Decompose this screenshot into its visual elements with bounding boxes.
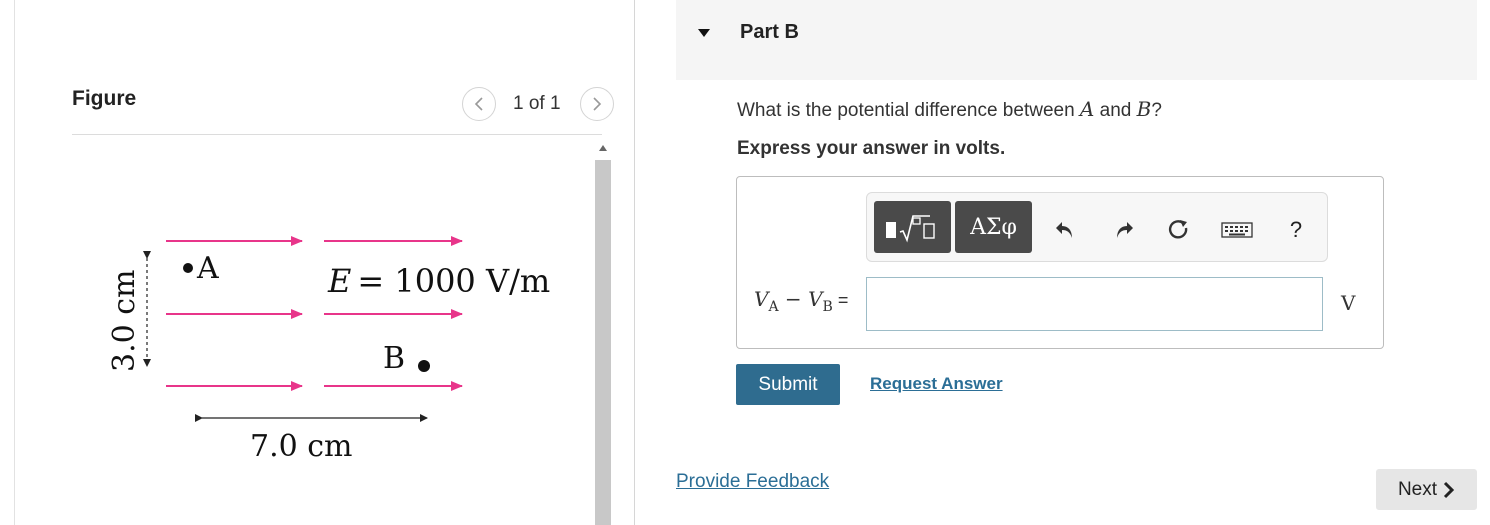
height-label: 3.0 cm	[107, 270, 142, 373]
scrollbar-thumb[interactable]	[595, 160, 611, 525]
redo-button[interactable]	[1111, 217, 1137, 243]
undo-icon	[1056, 222, 1072, 238]
figure-diagram: A E = 1000 V/m B 7.0 cm 3.0 cm	[107, 236, 550, 464]
answer-input[interactable]	[866, 277, 1323, 331]
point-a-dot	[183, 263, 193, 273]
provide-feedback-link[interactable]: Provide Feedback	[676, 471, 829, 493]
next-button[interactable]: Next	[1376, 469, 1477, 510]
width-label: 7.0 cm	[250, 429, 353, 464]
question-var-a: A	[1079, 97, 1095, 121]
question-mid: and	[1094, 100, 1137, 121]
reset-icon	[1168, 220, 1188, 239]
next-figure-button[interactable]	[580, 87, 614, 121]
field-value: = 1000 V/m	[357, 262, 550, 300]
redo-icon	[1117, 222, 1133, 238]
next-label: Next	[1397, 478, 1438, 500]
undo-button[interactable]	[1052, 217, 1078, 243]
question-var-b: B	[1136, 97, 1152, 121]
reset-button[interactable]	[1166, 217, 1192, 243]
request-answer-link[interactable]: Request Answer	[870, 374, 1003, 394]
question-pre: What is the potential difference between	[737, 100, 1080, 121]
figure-title: Figure	[72, 87, 137, 110]
help-button[interactable]: ?	[1283, 217, 1309, 243]
eq-sub-b: B	[822, 299, 833, 315]
eq-equals: =	[832, 290, 849, 310]
figure-pager-count: 1 of 1	[513, 93, 561, 114]
figure-divider	[72, 134, 602, 135]
point-a-label: A	[196, 251, 219, 286]
collapse-caret-icon[interactable]	[697, 25, 711, 43]
keyboard-icon	[1221, 222, 1253, 238]
scroll-up-arrow[interactable]	[593, 138, 613, 158]
previous-figure-button[interactable]	[462, 87, 496, 121]
part-b-title: Part B	[740, 21, 799, 43]
instruction-text: Express your answer in volts.	[737, 138, 1006, 159]
equation-label: VA − VB =	[754, 287, 848, 315]
unit-label: V	[1341, 291, 1356, 315]
eq-sub-a: A	[768, 299, 779, 315]
triangle-up-icon	[599, 145, 607, 151]
eq-v2: V	[808, 287, 823, 311]
eq-minus: −	[778, 287, 809, 311]
eq-v1: V	[754, 287, 769, 311]
chevron-right-icon	[593, 97, 602, 111]
symbols-button[interactable]: ΑΣφ	[955, 201, 1032, 253]
point-b-dot	[418, 360, 430, 372]
question-post: ?	[1151, 100, 1162, 121]
templates-button[interactable]	[874, 201, 951, 253]
keyboard-button[interactable]	[1221, 217, 1253, 243]
field-variable: E	[327, 262, 351, 300]
submit-button[interactable]: Submit	[736, 364, 840, 405]
question-text: What is the potential difference between…	[737, 97, 1162, 122]
panel-divider	[634, 0, 635, 525]
left-panel-border	[14, 0, 15, 525]
field-label: E = 1000 V/m	[327, 262, 550, 300]
point-b-label: B	[383, 341, 405, 376]
chevron-right-icon	[1443, 481, 1455, 498]
template-icon	[885, 215, 935, 243]
chevron-left-icon	[474, 97, 483, 111]
